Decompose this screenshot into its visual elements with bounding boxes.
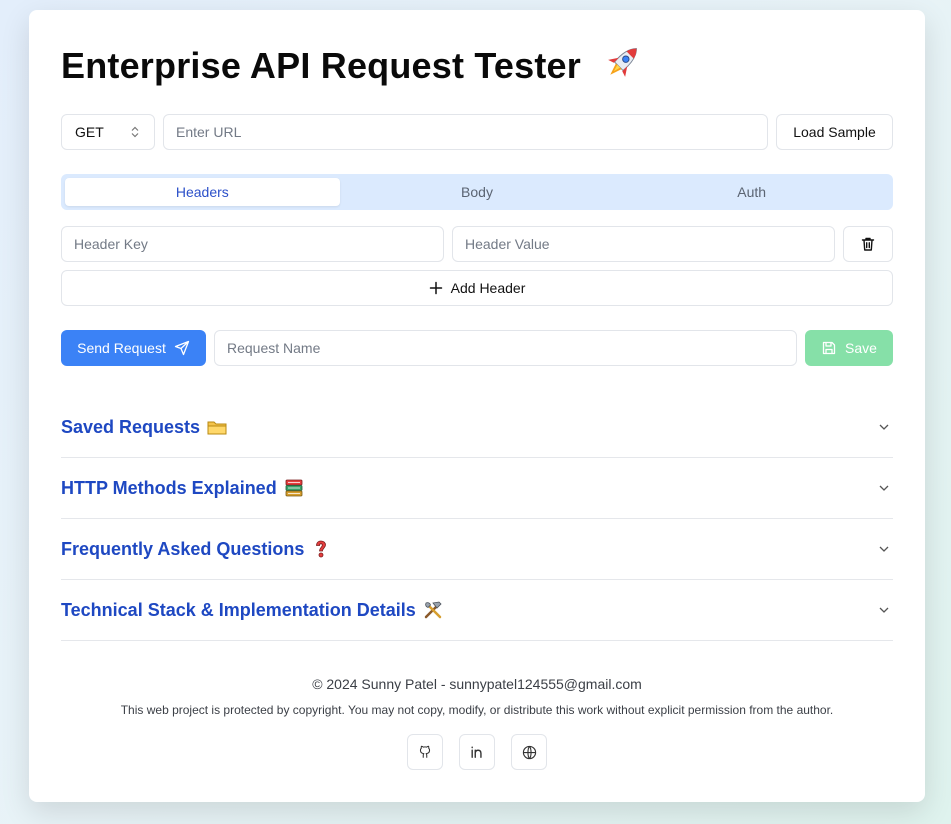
save-label: Save xyxy=(845,340,877,356)
accordion-title-text: Technical Stack & Implementation Details xyxy=(61,599,416,620)
accordion-tech-stack[interactable]: Technical Stack & Implementation Details xyxy=(61,580,893,641)
main-card: Enterprise API Request Tester GET Enter … xyxy=(29,10,925,802)
tools-icon xyxy=(424,601,442,619)
load-sample-button[interactable]: Load Sample xyxy=(776,114,893,150)
send-icon xyxy=(174,340,190,356)
page-title: Enterprise API Request Tester xyxy=(61,40,645,87)
url-input[interactable]: Enter URL xyxy=(163,114,768,150)
accordion-title-text: Saved Requests xyxy=(61,416,201,437)
header-value-placeholder: Header Value xyxy=(465,236,550,252)
accordion-http-methods[interactable]: HTTP Methods Explained xyxy=(61,458,893,519)
globe-icon xyxy=(522,745,536,759)
tab-body-label: Body xyxy=(461,184,493,200)
rocket-icon xyxy=(608,48,638,77)
chevron-down-icon xyxy=(879,546,889,552)
send-request-button[interactable]: Send Request xyxy=(61,330,206,366)
header-key-placeholder: Header Key xyxy=(74,236,148,252)
send-request-label: Send Request xyxy=(77,340,166,356)
method-select[interactable]: GET xyxy=(61,114,155,150)
accordion-title: Technical Stack & Implementation Details xyxy=(61,599,444,621)
tab-headers[interactable]: Headers xyxy=(65,178,340,206)
tab-auth-label: Auth xyxy=(737,184,767,200)
accordion-title: HTTP Methods Explained xyxy=(61,477,305,499)
add-header-label: Add Header xyxy=(450,280,526,296)
tab-headers-label: Headers xyxy=(175,184,229,200)
chevron-down-icon xyxy=(879,607,889,613)
accordion-title-text: Frequently Asked Questions xyxy=(61,538,305,559)
question-icon xyxy=(316,540,327,558)
tab-auth[interactable]: Auth xyxy=(614,178,889,206)
chevron-down-icon xyxy=(879,485,889,491)
folder-icon xyxy=(207,421,227,435)
chevron-up-down-icon xyxy=(131,126,139,138)
plus-icon xyxy=(429,281,442,295)
accordion-saved-requests[interactable]: Saved Requests xyxy=(61,397,893,458)
request-name-placeholder: Request Name xyxy=(227,340,321,356)
load-sample-label: Load Sample xyxy=(793,124,876,140)
accordion-title-text: HTTP Methods Explained xyxy=(61,477,277,498)
method-value: GET xyxy=(75,124,104,140)
header-value-input[interactable]: Header Value xyxy=(452,226,835,262)
add-header-button[interactable]: Add Header xyxy=(61,270,893,306)
trash-icon xyxy=(861,237,875,251)
linkedin-link[interactable] xyxy=(459,734,495,770)
footer-copyright: © 2024 Sunny Patel - sunnypatel124555@gm… xyxy=(312,676,642,692)
linkedin-icon xyxy=(471,746,482,758)
header-key-input[interactable]: Header Key xyxy=(61,226,444,262)
books-icon xyxy=(285,479,303,497)
page-title-text: Enterprise API Request Tester xyxy=(61,45,581,86)
chevron-down-icon xyxy=(879,424,889,430)
github-link[interactable] xyxy=(407,734,443,770)
accordion-title: Saved Requests xyxy=(61,416,228,438)
accordion-title: Frequently Asked Questions xyxy=(61,538,332,560)
request-name-input[interactable]: Request Name xyxy=(214,330,797,366)
github-icon xyxy=(419,745,431,758)
tab-body[interactable]: Body xyxy=(340,178,615,206)
save-icon xyxy=(822,341,836,355)
url-placeholder: Enter URL xyxy=(176,124,242,140)
accordion-faq[interactable]: Frequently Asked Questions xyxy=(61,519,893,580)
save-button[interactable]: Save xyxy=(805,330,893,366)
footer-notice: This web project is protected by copyrig… xyxy=(120,703,834,717)
delete-header-button[interactable] xyxy=(843,226,893,262)
request-tabs: Headers Body Auth xyxy=(61,174,893,210)
website-link[interactable] xyxy=(511,734,547,770)
